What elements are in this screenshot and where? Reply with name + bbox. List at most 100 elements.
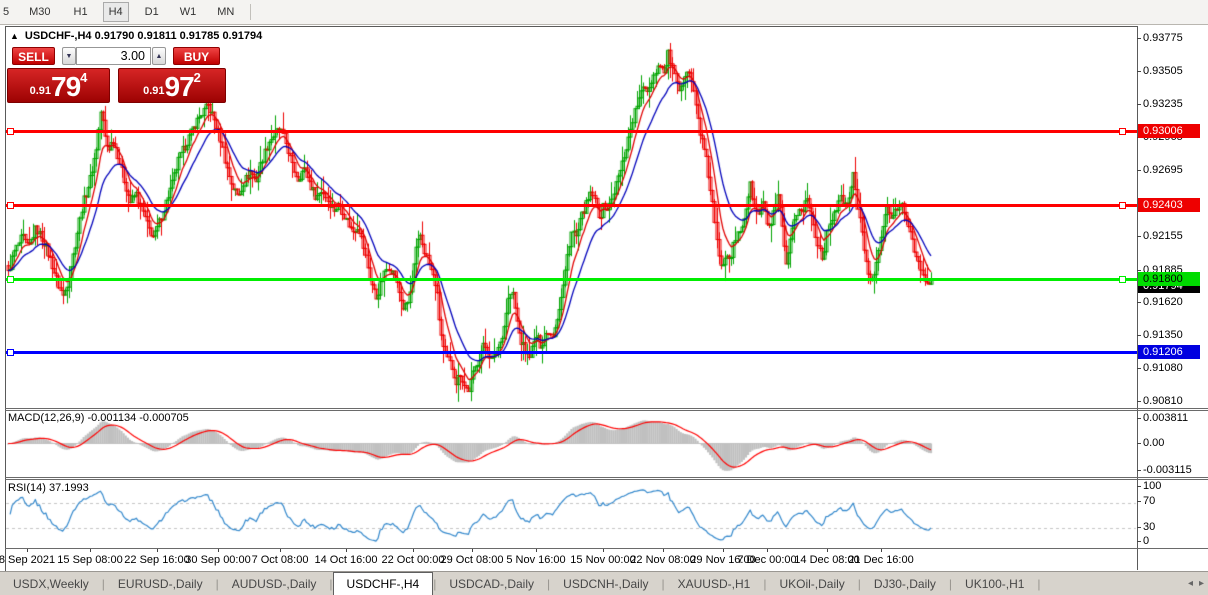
chart-tab-xauusd-h1[interactable]: XAUUSD-,H1: [665, 572, 764, 595]
time-axis-label: 7 Dec 00:00: [737, 554, 796, 566]
symbol-ohlc-text: USDCHF-,H4 0.91790 0.91811 0.91785 0.917…: [25, 30, 262, 42]
price-axis-divider: [1137, 26, 1138, 570]
price-axis-label: 0.91080: [1143, 362, 1183, 374]
time-axis-tick-mark: [157, 549, 158, 552]
terminal-window: 5 M30 H1 H4 D1 W1 MN ▲ USDCHF-,H4 0.91790 0.91…: [0, 0, 1208, 594]
time-axis-tick-mark: [280, 549, 281, 552]
chart-tab-eurusd-daily[interactable]: EURUSD-,Daily: [105, 572, 216, 595]
timeframe-button-5[interactable]: 5: [0, 2, 15, 22]
macd-axis-label: 0.00: [1143, 437, 1164, 449]
sell-price-prefix: 0.91: [30, 85, 51, 97]
chart-tab-usdcnh-daily[interactable]: USDCNH-,Daily: [550, 572, 661, 595]
horizontal-line-0.918[interactable]: [6, 278, 1137, 281]
price-axis-tick-mark: [1137, 335, 1141, 336]
price-axis-label: 0.91620: [1143, 296, 1183, 308]
price-axis-badge: 0.92403: [1138, 198, 1200, 212]
price-axis-tick-mark: [1137, 71, 1141, 72]
price-axis-label: 0.91350: [1143, 329, 1183, 341]
price-axis-label: 0.90810: [1143, 395, 1183, 407]
timeframe-button-h1[interactable]: H1: [68, 2, 94, 22]
price-axis-label: 0.93235: [1143, 98, 1183, 110]
time-axis-tick-mark: [472, 549, 473, 552]
time-axis-label: 15 Sep 08:00: [57, 554, 122, 566]
horizontal-line-0.93006[interactable]: [6, 130, 1137, 133]
macd-axis-tick-mark: [1137, 418, 1141, 419]
time-axis-tick-mark: [413, 549, 414, 552]
timeframe-button-w1[interactable]: W1: [174, 2, 203, 22]
time-axis-label: 8 Sep 2021: [0, 554, 55, 566]
price-axis-label: 0.92695: [1143, 164, 1183, 176]
time-axis-tick-mark: [663, 549, 664, 552]
sell-price-display[interactable]: 0.91794: [7, 68, 110, 103]
volume-decrease-button[interactable]: ▼: [62, 47, 76, 65]
timeframe-button-h4[interactable]: H4: [103, 2, 129, 22]
time-axis-tick-mark: [90, 549, 91, 552]
rsi-panel-splitter[interactable]: [5, 477, 1208, 478]
collapse-triangle-icon[interactable]: ▲: [10, 31, 19, 41]
price-axis-tick-mark: [1137, 38, 1141, 39]
timeframe-toolbar: 5 M30 H1 H4 D1 W1 MN: [0, 0, 1208, 25]
rsi-panel-splitter-2[interactable]: [5, 479, 1208, 480]
time-axis-label: 21 Dec 16:00: [848, 554, 913, 566]
price-axis-tick-mark: [1137, 104, 1141, 105]
rsi-axis-tick-mark: [1137, 486, 1141, 487]
rsi-axis-label: 100: [1143, 480, 1161, 492]
tab-separator: |: [1037, 572, 1040, 595]
chart-tab-usdx-weekly[interactable]: USDX,Weekly: [0, 572, 102, 595]
rsi-indicator-label: RSI(14) 37.1993: [8, 482, 89, 494]
buy-price-big: 97: [165, 74, 194, 100]
chart-tab-uk100-h1[interactable]: UK100-,H1: [952, 572, 1037, 595]
line-handle-left[interactable]: [7, 202, 14, 209]
price-axis-label: 0.93505: [1143, 65, 1183, 77]
price-axis-tick-mark: [1137, 302, 1141, 303]
chart-tab-audusd-daily[interactable]: AUDUSD-,Daily: [219, 572, 330, 595]
chart-tab-dj30-daily[interactable]: DJ30-,Daily: [861, 572, 949, 595]
chart-tab-ukoil-daily[interactable]: UKOil-,Daily: [766, 572, 857, 595]
time-axis-label: 22 Nov 08:00: [630, 554, 695, 566]
line-handle-left[interactable]: [7, 349, 14, 356]
time-axis-label: 7 Oct 08:00: [252, 554, 309, 566]
sell-button[interactable]: SELL: [12, 47, 55, 65]
time-axis-tick-mark: [27, 549, 28, 552]
buy-button[interactable]: BUY: [173, 47, 220, 65]
horizontal-line-0.92403[interactable]: [6, 204, 1137, 207]
timeframe-button-mn[interactable]: MN: [211, 2, 240, 22]
volume-increase-button[interactable]: ▲: [152, 47, 166, 65]
chart-tab-bar: USDX,Weekly|EURUSD-,Daily|AUDUSD-,Daily|…: [0, 571, 1208, 595]
time-axis-tick-mark: [881, 549, 882, 552]
macd-panel-splitter-2[interactable]: [5, 410, 1208, 411]
macd-axis-tick-mark: [1137, 470, 1141, 471]
line-handle-right[interactable]: [1119, 202, 1126, 209]
timeframe-button-d1[interactable]: D1: [139, 2, 165, 22]
sell-price-big: 79: [51, 74, 80, 100]
volume-input[interactable]: 3.00: [76, 47, 151, 65]
chart-tab-usdchf-h4[interactable]: USDCHF-,H4: [333, 572, 434, 595]
line-handle-right[interactable]: [1119, 128, 1126, 135]
line-handle-right[interactable]: [1119, 276, 1126, 283]
chart-tab-usdcad-daily[interactable]: USDCAD-,Daily: [436, 572, 547, 595]
timeframe-button-m30[interactable]: M30: [23, 2, 56, 22]
macd-axis-label: 0.003811: [1143, 412, 1188, 424]
time-axis-tick-mark: [218, 549, 219, 552]
line-handle-left[interactable]: [7, 128, 14, 135]
line-handle-left[interactable]: [7, 276, 14, 283]
time-axis-tick-mark: [827, 549, 828, 552]
buy-price-sup: 2: [194, 70, 201, 85]
macd-indicator-label: MACD(12,26,9) -0.001134 -0.000705: [8, 412, 189, 424]
price-axis-badge: 0.91206: [1138, 345, 1200, 359]
macd-axis-tick-mark: [1137, 443, 1141, 444]
one-click-trading-panel: SELL ▼ 3.00 ▲ BUY 0.91794 0.91972: [7, 46, 227, 103]
buy-price-display[interactable]: 0.91972: [118, 68, 226, 103]
macd-axis-label: -0.003115: [1143, 464, 1192, 476]
price-axis-tick-mark: [1137, 170, 1141, 171]
time-axis-label: 30 Sep 00:00: [185, 554, 250, 566]
time-axis-label: 22 Oct 00:00: [382, 554, 445, 566]
rsi-axis-label: 30: [1143, 521, 1155, 533]
toolbar-separator: [250, 4, 251, 20]
time-axis-label: 22 Sep 16:00: [124, 554, 189, 566]
macd-panel-splitter[interactable]: [5, 408, 1208, 409]
symbol-ohlc-header: ▲ USDCHF-,H4 0.91790 0.91811 0.91785 0.9…: [10, 30, 262, 42]
tab-scroll-left-icon[interactable]: ◂: [1188, 578, 1193, 589]
tab-scroll-right-icon[interactable]: ▸: [1199, 578, 1204, 589]
horizontal-line-0.91206[interactable]: [6, 351, 1137, 354]
